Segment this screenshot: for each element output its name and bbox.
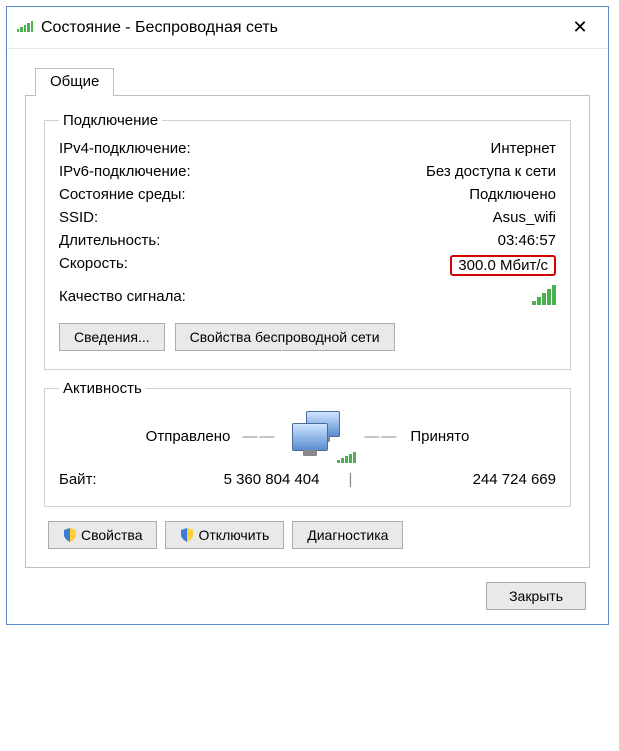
signal-strength-icon [532, 285, 556, 305]
diagnose-button[interactable]: Диагностика [292, 521, 403, 549]
tab-panel-general: Подключение IPv4-подключение: Интернет I… [25, 95, 590, 568]
tab-general[interactable]: Общие [35, 68, 114, 96]
disable-button-label: Отключить [198, 527, 269, 543]
close-icon[interactable]: ✕ [562, 13, 598, 43]
activity-legend: Активность [59, 380, 146, 397]
media-value: Подключено [469, 186, 556, 203]
signal-label: Качество сигнала: [59, 288, 186, 305]
properties-button-label: Свойства [81, 527, 142, 543]
dialog-body: Общие Подключение IPv4-подключение: Инте… [7, 49, 608, 624]
row-media: Состояние среды: Подключено [59, 183, 556, 206]
details-button[interactable]: Сведения... [59, 323, 165, 351]
ipv6-value: Без доступа к сети [426, 163, 556, 180]
activity-graphic: Отправлено —— —— Принято [59, 411, 556, 461]
duration-value: 03:46:57 [498, 232, 556, 249]
speed-value-highlight: 300.0 Мбит/с [450, 255, 556, 276]
dash-left: —— [242, 428, 276, 445]
wireless-properties-button[interactable]: Свойства беспроводной сети [175, 323, 395, 351]
properties-button[interactable]: Свойства [48, 521, 157, 549]
connection-group: Подключение IPv4-подключение: Интернет I… [44, 112, 571, 370]
ssid-value: Asus_wifi [493, 209, 556, 226]
row-ipv6: IPv6-подключение: Без доступа к сети [59, 160, 556, 183]
connection-buttons: Сведения... Свойства беспроводной сети [59, 323, 556, 351]
ipv6-label: IPv6-подключение: [59, 163, 191, 180]
dash-right: —— [364, 428, 398, 445]
bytes-separator: | [346, 471, 356, 488]
window-title: Состояние - Беспроводная сеть [41, 19, 562, 37]
status-dialog: Состояние - Беспроводная сеть ✕ Общие По… [6, 6, 609, 625]
close-button[interactable]: Закрыть [486, 582, 586, 610]
ssid-label: SSID: [59, 209, 98, 226]
bytes-row: Байт: 5 360 804 404 | 244 724 669 [59, 463, 556, 488]
action-buttons: Свойства Отключить Диагностика [48, 521, 571, 549]
titlebar: Состояние - Беспроводная сеть ✕ [7, 7, 608, 49]
ipv4-value: Интернет [491, 140, 556, 157]
activity-group: Активность Отправлено —— —— Принято Байт… [44, 380, 571, 507]
speed-label: Скорость: [59, 255, 128, 276]
recv-label: Принято [410, 428, 469, 445]
connection-legend: Подключение [59, 112, 162, 129]
bytes-sent: 5 360 804 404 [119, 471, 346, 488]
tab-strip: Общие [35, 67, 590, 95]
row-signal: Качество сигнала: [59, 279, 556, 313]
wifi-icon [17, 21, 33, 35]
network-computers-icon [288, 411, 352, 461]
duration-label: Длительность: [59, 232, 160, 249]
row-duration: Длительность: 03:46:57 [59, 229, 556, 252]
row-speed: Скорость: 300.0 Мбит/с [59, 252, 556, 279]
disable-button[interactable]: Отключить [165, 521, 284, 549]
media-label: Состояние среды: [59, 186, 186, 203]
row-ssid: SSID: Asus_wifi [59, 206, 556, 229]
row-ipv4: IPv4-подключение: Интернет [59, 137, 556, 160]
speed-value: 300.0 Мбит/с [450, 255, 556, 276]
bytes-label: Байт: [59, 471, 119, 488]
sent-label: Отправлено [146, 428, 231, 445]
shield-icon [180, 528, 194, 542]
bytes-recv: 244 724 669 [356, 471, 557, 488]
ipv4-label: IPv4-подключение: [59, 140, 191, 157]
shield-icon [63, 528, 77, 542]
footer: Закрыть [25, 568, 590, 612]
